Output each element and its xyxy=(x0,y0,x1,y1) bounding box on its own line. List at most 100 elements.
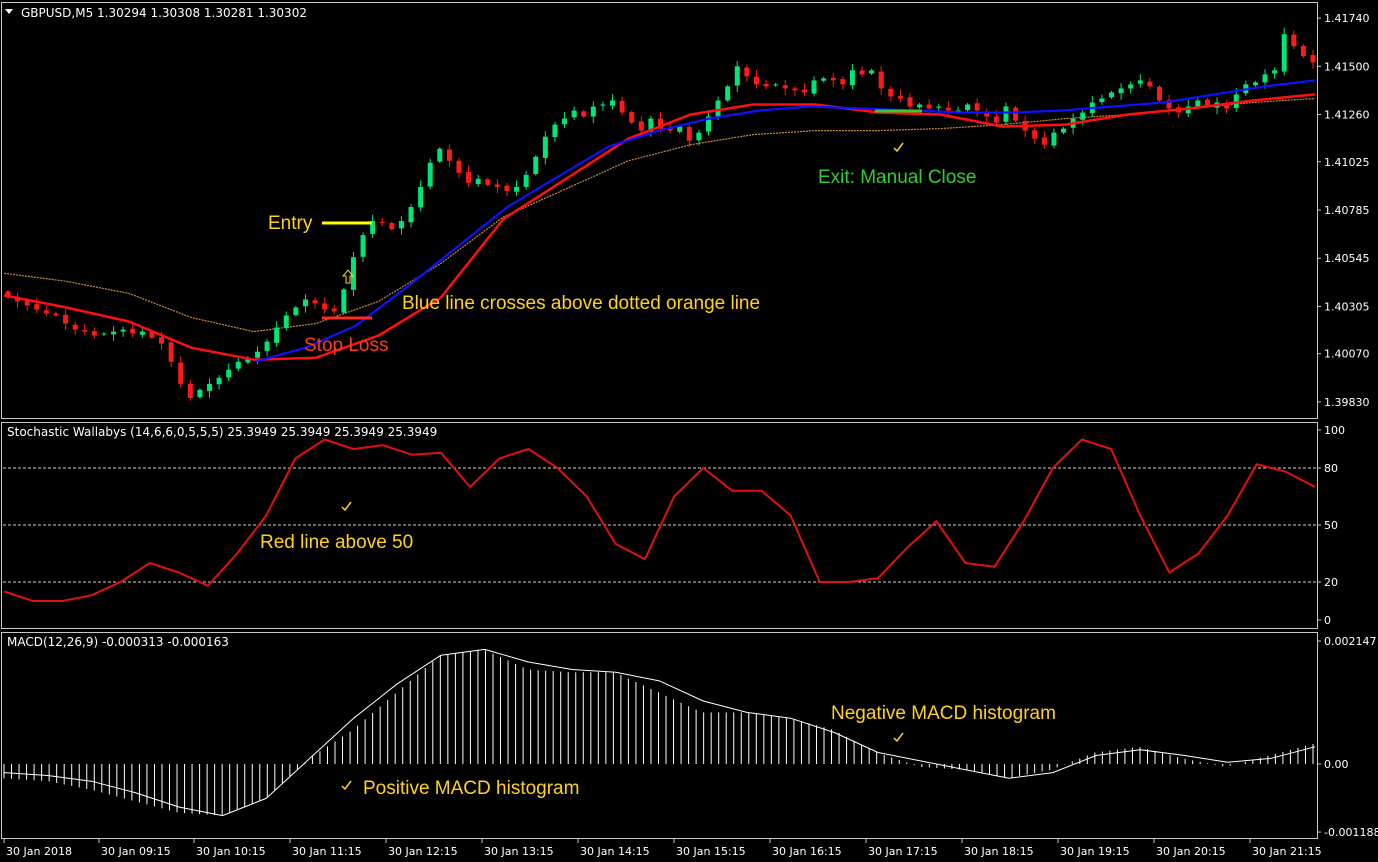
candles xyxy=(5,27,1316,401)
price-tick-label: 1.41025 xyxy=(1324,156,1370,169)
ema-red-line xyxy=(3,93,1316,361)
stochastic-path xyxy=(3,438,1316,602)
candle-body xyxy=(1128,84,1134,89)
candle-body xyxy=(638,121,644,131)
candle-body xyxy=(264,341,270,351)
time-tick-label: 30 Jan 17:15 xyxy=(868,845,938,858)
candle-body xyxy=(360,235,366,257)
candle-body xyxy=(1108,92,1114,98)
exit-label: Exit: Manual Close xyxy=(818,167,976,188)
candle-body xyxy=(552,124,558,138)
candle-body xyxy=(168,342,174,362)
price-tick-label: 1.41260 xyxy=(1324,109,1370,122)
price-tick-label: 1.41500 xyxy=(1324,60,1370,73)
candle-body xyxy=(993,116,999,123)
candle-body xyxy=(235,361,241,369)
candle-body xyxy=(801,89,807,93)
candle-body xyxy=(629,112,635,123)
price-tick-label: 1.39830 xyxy=(1324,396,1370,409)
candle-body xyxy=(1080,112,1086,120)
time-tick-label: 30 Jan 15:15 xyxy=(676,845,746,858)
candle-body xyxy=(1281,34,1287,72)
triangle-down-icon[interactable] xyxy=(5,9,13,14)
price-tick-label: 1.41740 xyxy=(1324,12,1370,25)
candle-body xyxy=(926,104,932,109)
candle-body xyxy=(965,104,971,111)
candle-body xyxy=(917,104,923,108)
stop-loss-label: Stop Loss xyxy=(304,335,389,356)
macd-panel[interactable]: MACD(12,26,9) -0.000313 -0.000163 Negati… xyxy=(3,635,1378,839)
candle-body xyxy=(562,118,568,125)
candle-body xyxy=(907,97,913,107)
candle-body xyxy=(782,85,788,89)
candle-body xyxy=(523,174,529,187)
candle-body xyxy=(91,331,97,336)
time-tick-label: 30 Jan 19:15 xyxy=(1060,845,1130,858)
macd-tick-label: 0.00 xyxy=(1324,758,1349,771)
candle-body xyxy=(1061,128,1067,133)
candle-body xyxy=(72,324,78,330)
candle-body xyxy=(254,351,260,358)
macd-axis: 0.002147 0.00 -0.001188 xyxy=(1317,635,1378,839)
price-panel[interactable]: GBPUSD,M5 1.30294 1.30308 1.30281 1.3030… xyxy=(3,6,1370,409)
candle-body xyxy=(466,172,472,183)
candle-body xyxy=(859,70,865,75)
candle-body xyxy=(293,307,299,316)
panel-frame xyxy=(1,2,1318,419)
candle-body xyxy=(600,104,606,106)
candle-body xyxy=(187,383,193,398)
candle-body xyxy=(159,337,165,344)
candle-body xyxy=(283,315,289,328)
stochastic-header: Stochastic Wallabys (14,6,6,0,5,5,5) 25.… xyxy=(7,425,437,439)
candle-body xyxy=(418,186,424,208)
candle-body xyxy=(811,80,817,94)
checkmark-icon xyxy=(893,142,904,153)
candle-body xyxy=(34,304,40,310)
candle-body xyxy=(542,136,548,158)
panel-frame xyxy=(1,632,1318,839)
candle-body xyxy=(331,308,337,312)
candle-body xyxy=(1099,98,1105,103)
time-tick-label: 30 Jan 18:15 xyxy=(964,845,1034,858)
candle-body xyxy=(139,331,145,335)
price-tick-label: 1.40785 xyxy=(1324,204,1370,217)
stochastic-tick-label: 50 xyxy=(1324,519,1338,532)
candle-body xyxy=(302,299,308,307)
time-tick-label: 30 Jan 14:15 xyxy=(580,845,650,858)
checkmark-icon xyxy=(893,732,904,743)
candle-body xyxy=(677,126,683,132)
candle-body xyxy=(1003,106,1009,122)
candle-body xyxy=(686,127,692,141)
candle-body xyxy=(619,100,625,113)
time-tick-label: 30 Jan 16:15 xyxy=(772,845,842,858)
stochastic-panel[interactable]: Stochastic Wallabys (14,6,6,0,5,5,5) 25.… xyxy=(3,424,1345,627)
candle-body xyxy=(1300,45,1306,57)
candle-body xyxy=(581,111,587,117)
checkmark-icon xyxy=(341,780,352,791)
candle-body xyxy=(43,310,49,314)
candle-body xyxy=(610,100,616,106)
stochastic-label: Red line above 50 xyxy=(260,532,413,553)
candle-body xyxy=(398,221,404,229)
time-tick-label: 30 Jan 09:15 xyxy=(101,845,171,858)
macd-signal-line xyxy=(3,648,1316,817)
candle-body xyxy=(446,149,452,161)
candle-body xyxy=(494,184,500,187)
candle-body xyxy=(389,223,395,230)
time-tick-label: 30 Jan 10:15 xyxy=(196,845,266,858)
candle-body xyxy=(590,106,596,117)
candle-body xyxy=(753,76,759,85)
candle-body xyxy=(379,221,385,224)
candle-body xyxy=(207,383,213,392)
time-tick-label: 30 Jan 13:15 xyxy=(484,845,554,858)
price-axis: 1.41740 1.41500 1.41260 1.41025 1.40785 1.405… xyxy=(1317,12,1370,409)
candle-body xyxy=(897,96,903,99)
candle-body xyxy=(1147,81,1153,87)
candle-body xyxy=(101,333,107,335)
candle-body xyxy=(533,156,539,175)
candle-body xyxy=(475,178,481,185)
candle-body xyxy=(456,160,462,173)
candle-body xyxy=(1291,34,1297,47)
stochastic-tick-label: 100 xyxy=(1324,424,1345,437)
candle-body xyxy=(763,83,769,87)
